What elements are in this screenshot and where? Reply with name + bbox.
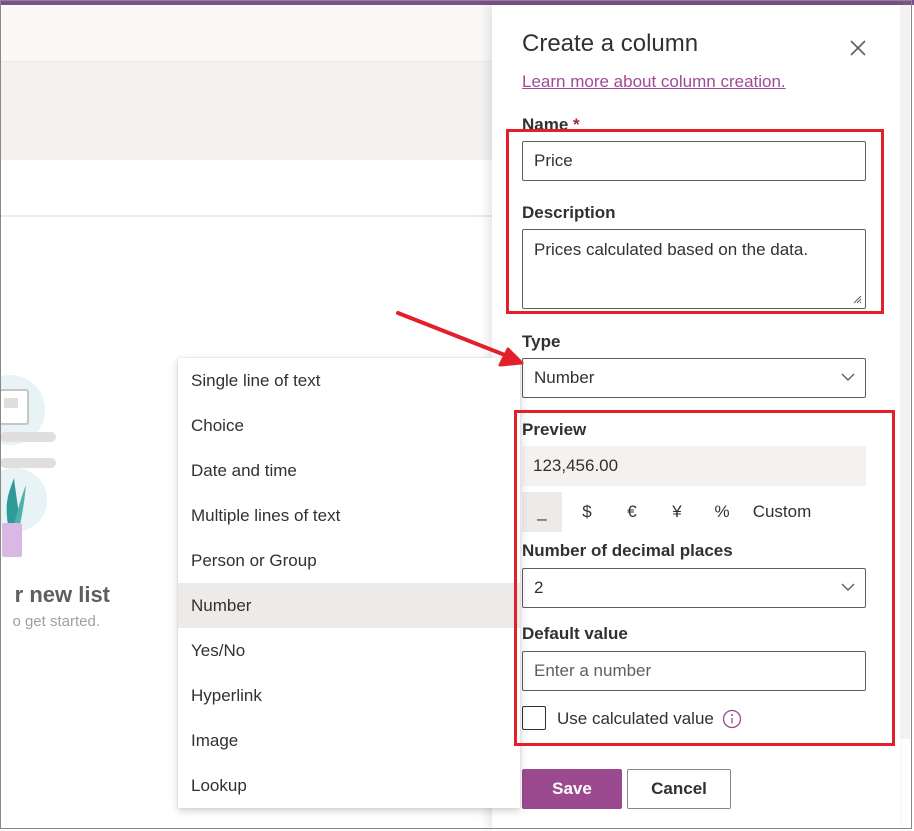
format-option-dollar[interactable]: $ bbox=[570, 492, 604, 532]
type-option-person-group[interactable]: Person or Group bbox=[178, 538, 520, 583]
learn-more-link[interactable]: Learn more about column creation. bbox=[522, 72, 786, 92]
use-calculated-value-label[interactable]: Use calculated value bbox=[557, 709, 714, 729]
type-option-number[interactable]: Number bbox=[178, 583, 520, 628]
default-value-label: Default value bbox=[522, 624, 628, 643]
default-value-placeholder: Enter a number bbox=[534, 661, 652, 680]
type-option-single-line[interactable]: Single line of text bbox=[178, 358, 520, 403]
chevron-down-icon bbox=[841, 583, 855, 591]
format-option-custom[interactable]: Custom bbox=[748, 492, 816, 532]
background-empty-subtitle: o get started. bbox=[12, 613, 100, 630]
description-value: Prices calculated based on the data. bbox=[534, 240, 809, 259]
description-textarea[interactable]: Prices calculated based on the data. bbox=[522, 229, 866, 309]
decimal-places-label: Number of decimal places bbox=[522, 541, 733, 560]
name-label: Name * bbox=[522, 115, 580, 135]
decimal-places-value: 2 bbox=[534, 578, 544, 597]
required-indicator: * bbox=[573, 115, 580, 134]
name-input-value: Price bbox=[534, 151, 573, 170]
name-label-text: Name bbox=[522, 115, 569, 134]
cancel-button[interactable]: Cancel bbox=[627, 769, 731, 809]
background-divider bbox=[0, 215, 492, 217]
type-option-multiple-lines[interactable]: Multiple lines of text bbox=[178, 493, 520, 538]
type-dropdown-value: Number bbox=[534, 368, 595, 387]
type-options-list: Single line of text Choice Date and time… bbox=[178, 358, 520, 808]
empty-list-illustration bbox=[0, 375, 56, 557]
close-icon[interactable] bbox=[846, 36, 870, 60]
background-list-header bbox=[0, 62, 492, 160]
format-option-yen[interactable]: ¥ bbox=[660, 492, 694, 532]
panel-scrollbar[interactable] bbox=[900, 5, 910, 739]
chevron-down-icon bbox=[841, 373, 855, 381]
format-option-percent[interactable]: % bbox=[705, 492, 739, 532]
type-option-lookup[interactable]: Lookup bbox=[178, 763, 520, 808]
name-input[interactable]: Price bbox=[522, 141, 866, 181]
type-option-choice[interactable]: Choice bbox=[178, 403, 520, 448]
format-option-euro[interactable]: € bbox=[615, 492, 649, 532]
background-command-bar bbox=[0, 5, 492, 62]
type-option-hyperlink[interactable]: Hyperlink bbox=[178, 673, 520, 718]
default-value-input[interactable]: Enter a number bbox=[522, 651, 866, 691]
save-button[interactable]: Save bbox=[522, 769, 622, 809]
decimal-places-dropdown[interactable]: 2 bbox=[522, 568, 866, 608]
type-option-yes-no[interactable]: Yes/No bbox=[178, 628, 520, 673]
preview-value: 123,456.00 bbox=[522, 446, 866, 486]
format-option-none[interactable]: _ bbox=[522, 492, 562, 532]
info-icon[interactable] bbox=[722, 709, 742, 729]
preview-label: Preview bbox=[522, 420, 587, 439]
type-dropdown[interactable]: Number bbox=[522, 358, 866, 398]
resize-grip-icon[interactable] bbox=[852, 294, 862, 304]
background-empty-title: r new list bbox=[14, 582, 110, 607]
description-label: Description bbox=[522, 203, 616, 222]
use-calculated-value-checkbox[interactable] bbox=[522, 706, 546, 730]
type-label: Type bbox=[522, 332, 561, 351]
panel-title: Create a column bbox=[522, 30, 699, 57]
type-option-date-time[interactable]: Date and time bbox=[178, 448, 520, 493]
type-option-image[interactable]: Image bbox=[178, 718, 520, 763]
